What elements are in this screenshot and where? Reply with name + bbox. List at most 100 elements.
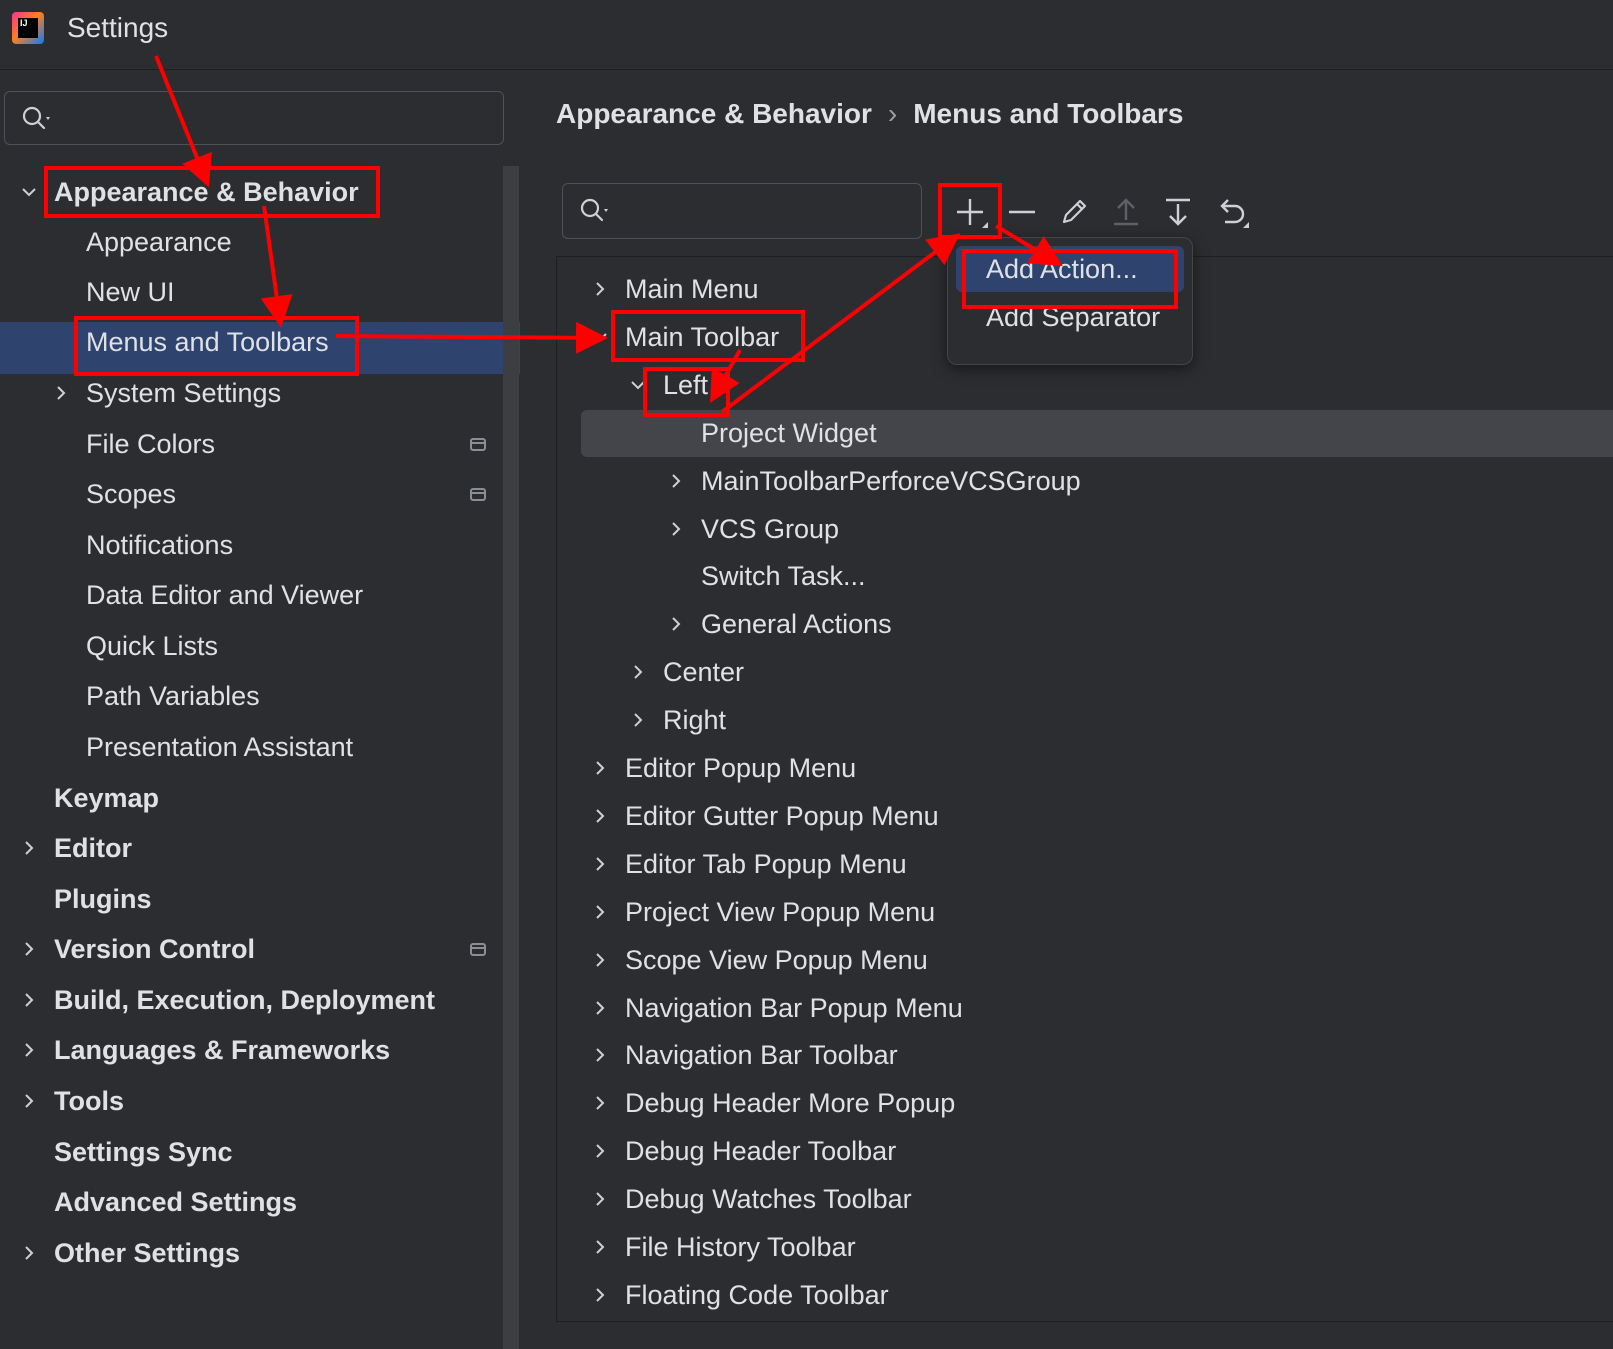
chevron-right-icon[interactable]	[591, 1286, 609, 1304]
sidebar-item-new-ui[interactable]: New UI	[86, 266, 175, 318]
sidebar-item-presentation-assistant[interactable]: Presentation Assistant	[86, 721, 353, 773]
tree-item-file-history-toolbar[interactable]: File History Toolbar	[625, 1224, 856, 1270]
sidebar-item-other-settings[interactable]: Other Settings	[54, 1227, 240, 1279]
tree-item-debug-header-more-popup[interactable]: Debug Header More Popup	[625, 1080, 955, 1126]
tree-item-switch-task[interactable]: Switch Task...	[701, 553, 866, 599]
chevron-right-icon[interactable]	[591, 951, 609, 969]
settings-window: IJ Settings Appearance & Behavior Appeara…	[0, 0, 1613, 1349]
chevron-right-icon[interactable]	[667, 615, 685, 633]
settings-sidebar: Appearance & Behavior Appearance New UI Men…	[0, 70, 520, 1349]
logo-text: IJ	[18, 18, 38, 38]
tree-item-editor-tab-popup-menu[interactable]: Editor Tab Popup Menu	[625, 841, 907, 887]
sidebar-item-appearance[interactable]: Appearance	[86, 216, 232, 268]
chevron-right-icon[interactable]	[591, 1046, 609, 1064]
tree-item-vcs-group[interactable]: VCS Group	[701, 506, 839, 552]
annotation-box-main-toolbar	[611, 310, 805, 362]
tree-item-editor-gutter-popup-menu[interactable]: Editor Gutter Popup Menu	[625, 793, 939, 839]
actions-search-field[interactable]	[562, 183, 922, 239]
chevron-down-icon[interactable]	[591, 328, 609, 346]
chevron-right-icon[interactable]	[667, 520, 685, 538]
remove-button[interactable]	[996, 186, 1044, 234]
annotation-box-left	[643, 367, 730, 417]
sidebar-item-path-variables[interactable]: Path Variables	[86, 670, 260, 722]
tree-item-floating-code-toolbar[interactable]: Floating Code Toolbar	[625, 1272, 889, 1318]
tree-item-project-view-popup-menu[interactable]: Project View Popup Menu	[625, 889, 935, 935]
chevron-right-icon[interactable]	[20, 1041, 38, 1059]
sidebar-item-tools[interactable]: Tools	[54, 1075, 124, 1127]
tree-item-main-menu[interactable]: Main Menu	[625, 266, 759, 312]
undo-icon	[1220, 199, 1249, 228]
chevron-right-icon[interactable]	[20, 1244, 38, 1262]
chevron-right-icon[interactable]	[591, 903, 609, 921]
chevron-right-icon[interactable]	[591, 1142, 609, 1160]
arrow-down-icon	[1166, 198, 1190, 226]
tree-item-center[interactable]: Center	[663, 649, 744, 695]
chevron-right-icon[interactable]	[591, 1094, 609, 1112]
chevron-right-icon[interactable]	[20, 1092, 38, 1110]
chevron-right-icon[interactable]	[20, 940, 38, 958]
chevron-down-icon[interactable]	[20, 183, 38, 201]
search-icon	[580, 198, 608, 222]
chevron-right-icon[interactable]	[591, 999, 609, 1017]
tree-item-editor-popup-menu[interactable]: Editor Popup Menu	[625, 745, 856, 791]
sidebar-item-keymap[interactable]: Keymap	[54, 772, 159, 824]
chevron-right-icon[interactable]	[591, 855, 609, 873]
pencil-icon	[1062, 199, 1087, 224]
annotation-box-add-button	[938, 183, 1002, 239]
tree-item-right[interactable]: Right	[663, 697, 726, 743]
arrow-up-icon	[1114, 198, 1138, 226]
search-icon	[22, 106, 50, 130]
move-up-button[interactable]	[1100, 186, 1148, 234]
chevron-right-icon[interactable]	[629, 663, 647, 681]
tree-item-navigation-bar-popup-menu[interactable]: Navigation Bar Popup Menu	[625, 985, 963, 1031]
sidebar-item-languages-and-frameworks[interactable]: Languages & Frameworks	[54, 1024, 390, 1076]
chevron-right-icon[interactable]	[591, 807, 609, 825]
chevron-right-icon[interactable]	[591, 759, 609, 777]
tree-item-general-actions[interactable]: General Actions	[701, 601, 892, 647]
settings-search-field[interactable]	[4, 91, 504, 145]
sidebar-item-build-execution-deployment[interactable]: Build, Execution, Deployment	[54, 974, 435, 1026]
tree-item-debug-watches-toolbar[interactable]: Debug Watches Toolbar	[625, 1176, 912, 1222]
annotation-box-add-action	[962, 249, 1178, 309]
actions-search-input[interactable]	[627, 193, 911, 231]
chevron-right-icon[interactable]	[667, 472, 685, 490]
sidebar-item-data-editor-and-viewer[interactable]: Data Editor and Viewer	[86, 569, 363, 621]
chevron-right-icon[interactable]	[629, 711, 647, 729]
title-bar: IJ Settings	[0, 0, 1613, 70]
breadcrumb-parent[interactable]: Appearance & Behavior	[556, 98, 872, 129]
sidebar-item-quick-lists[interactable]: Quick Lists	[86, 620, 218, 672]
chevron-right-icon[interactable]	[20, 991, 38, 1009]
tree-item-maintoolbarperforcevcsgroup[interactable]: MainToolbarPerforceVCSGroup	[701, 458, 1081, 504]
sidebar-item-version-control[interactable]: Version Control	[54, 923, 255, 975]
sidebar-scrollbar[interactable]	[503, 166, 519, 1349]
sidebar-item-plugins[interactable]: Plugins	[54, 873, 152, 925]
restore-button[interactable]	[1205, 186, 1253, 234]
chevron-right-icon[interactable]	[20, 839, 38, 857]
sidebar-item-scopes[interactable]: Scopes	[86, 468, 176, 520]
edit-icon-button[interactable]	[1048, 186, 1096, 234]
chevron-right-icon[interactable]	[591, 1238, 609, 1256]
project-level-icon	[470, 488, 486, 501]
sidebar-item-notifications[interactable]: Notifications	[86, 519, 233, 571]
chevron-right-icon[interactable]	[52, 384, 70, 402]
tree-item-navigation-bar-toolbar[interactable]: Navigation Bar Toolbar	[625, 1032, 898, 1078]
sidebar-item-settings-sync[interactable]: Settings Sync	[54, 1126, 233, 1178]
sidebar-item-file-colors[interactable]: File Colors	[86, 418, 215, 470]
annotation-box-appearance-behavior	[44, 166, 380, 218]
sidebar-item-editor[interactable]: Editor	[54, 822, 132, 874]
move-down-button[interactable]	[1152, 186, 1200, 234]
breadcrumb: Appearance & Behavior › Menus and Toolbars	[556, 98, 1183, 130]
intellij-logo-icon: IJ	[12, 12, 44, 44]
settings-search-input[interactable]	[69, 100, 493, 138]
tree-item-scope-view-popup-menu[interactable]: Scope View Popup Menu	[625, 937, 928, 983]
window-title: Settings	[67, 12, 169, 43]
annotation-box-menus-toolbars	[74, 316, 359, 376]
chevron-right-icon[interactable]	[591, 280, 609, 298]
chevron-right-icon[interactable]	[591, 1190, 609, 1208]
minus-icon	[1009, 210, 1035, 214]
sidebar-item-advanced-settings[interactable]: Advanced Settings	[54, 1176, 297, 1228]
project-level-icon	[470, 943, 486, 956]
breadcrumb-separator: ›	[887, 98, 898, 129]
tree-item-debug-header-toolbar[interactable]: Debug Header Toolbar	[625, 1128, 896, 1174]
breadcrumb-current: Menus and Toolbars	[913, 98, 1184, 129]
